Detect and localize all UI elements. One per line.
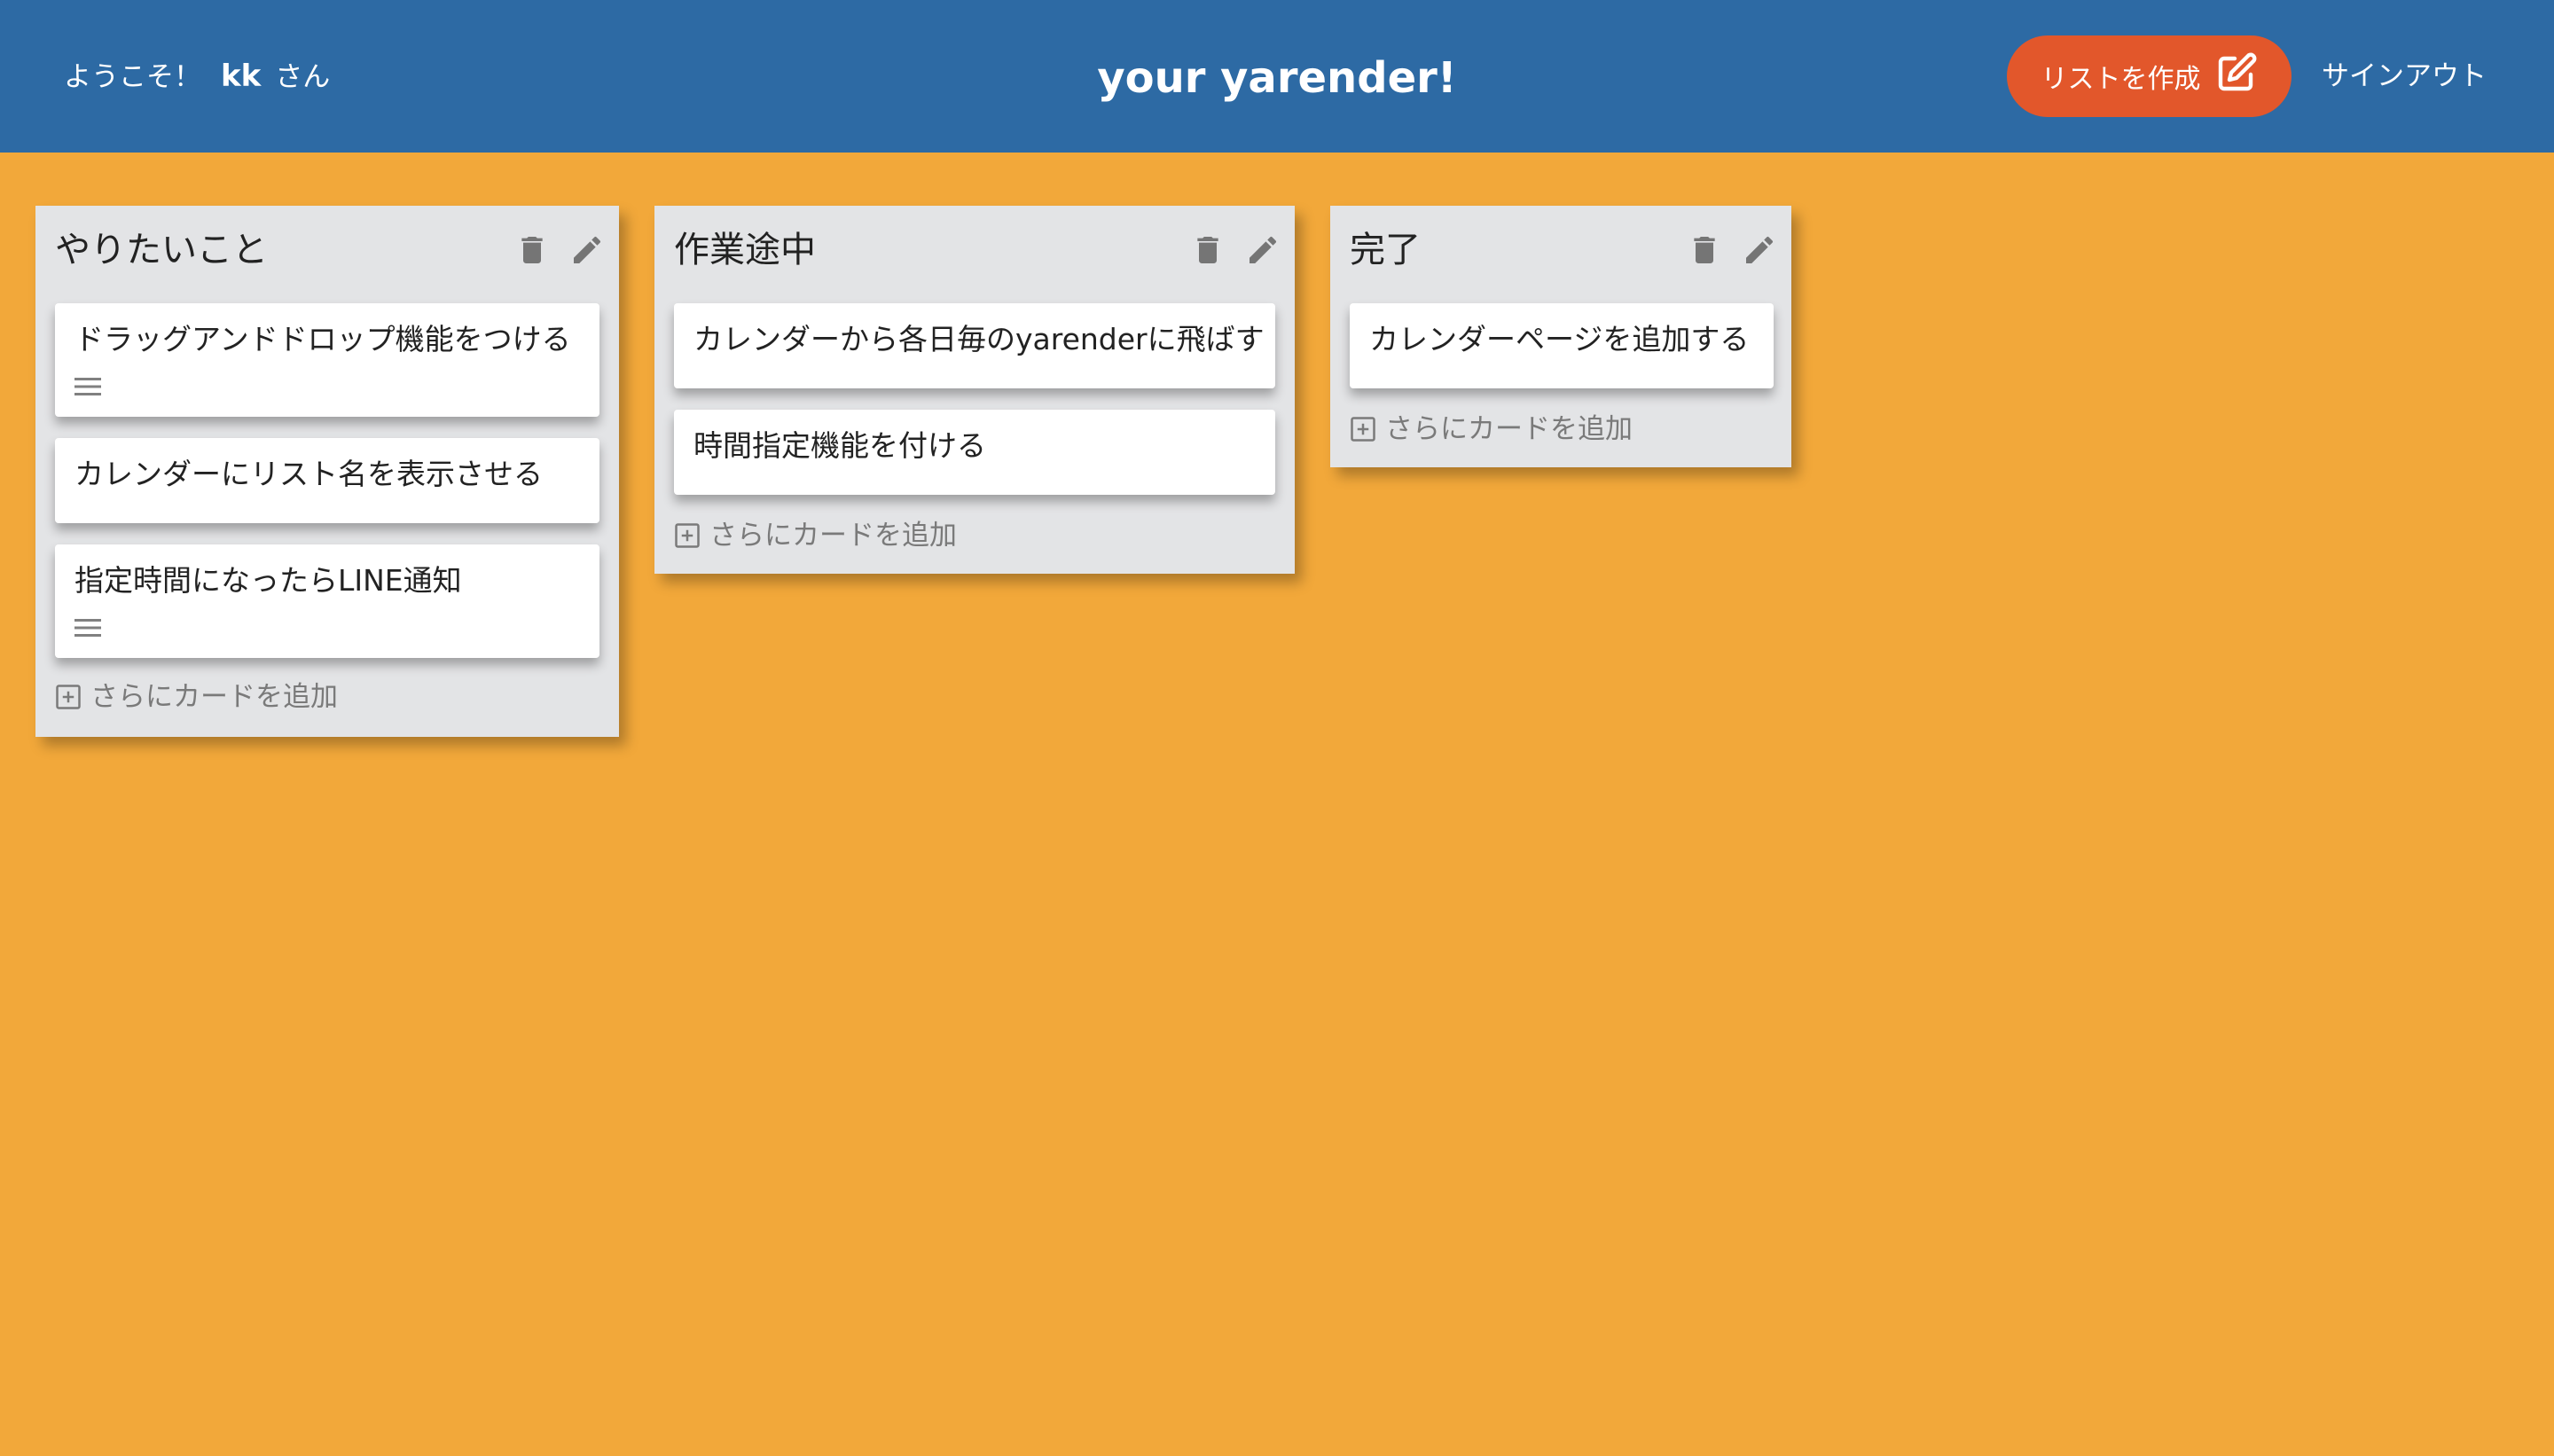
trash-icon[interactable] xyxy=(1190,232,1226,268)
card-text: カレンダーにリスト名を表示させる xyxy=(74,457,543,491)
signout-link[interactable]: サインアウト xyxy=(2322,57,2487,96)
list-sagyou-tochuu: 作業途中 カレンダーから各日毎のyarenderに飛ばす 時間指定機能を付ける … xyxy=(654,206,1295,574)
card[interactable]: ドラッグアンドドロップ機能をつける xyxy=(55,303,599,417)
plus-square-icon xyxy=(1350,416,1376,442)
list-yaritaikoto: やりたいこと ドラッグアンドドロップ機能をつける カレンダーにリスト名を表示させ… xyxy=(35,206,619,737)
card-text: 指定時間になったらLINE通知 xyxy=(74,563,462,598)
menu-lines-icon xyxy=(74,376,101,397)
add-card-button[interactable]: さらにカードを追加 xyxy=(1350,410,1633,449)
list-title: 作業途中 xyxy=(674,230,816,270)
welcome-message: ようこそ！ kk さん xyxy=(64,57,330,97)
pencil-icon[interactable] xyxy=(1742,232,1777,268)
list-tools xyxy=(1687,232,1777,268)
welcome-prefix: ようこそ！ xyxy=(64,61,201,93)
card-text: ドラッグアンドドロップ機能をつける xyxy=(74,322,571,356)
add-card-label: さらにカードを追加 xyxy=(709,520,957,552)
card[interactable]: カレンダーページを追加する xyxy=(1350,303,1774,388)
pencil-icon[interactable] xyxy=(1245,232,1281,268)
edit-icon xyxy=(2215,51,2258,101)
card[interactable]: 時間指定機能を付ける xyxy=(674,410,1275,495)
welcome-suffix: さん xyxy=(275,61,331,93)
add-card-label: さらにカードを追加 xyxy=(1385,413,1633,445)
card[interactable]: カレンダーにリスト名を表示させる xyxy=(55,438,599,523)
list-title: 完了 xyxy=(1350,230,1421,270)
create-list-label: リストを作成 xyxy=(2041,64,2201,95)
trash-icon[interactable] xyxy=(1687,232,1722,268)
list-kanryou: 完了 カレンダーページを追加する さらにカードを追加 xyxy=(1330,206,1791,467)
list-title: やりたいこと xyxy=(55,230,268,270)
card[interactable]: カレンダーから各日毎のyarenderに飛ばす xyxy=(674,303,1275,388)
card-text: 時間指定機能を付ける xyxy=(693,428,986,463)
add-card-button[interactable]: さらにカードを追加 xyxy=(55,677,338,716)
pencil-icon[interactable] xyxy=(569,232,605,268)
top-header: ようこそ！ kk さん your yarender! リストを作成 サインアウト xyxy=(0,0,2554,153)
card-text: カレンダーから各日毎のyarenderに飛ばす xyxy=(693,322,1265,356)
add-card-button[interactable]: さらにカードを追加 xyxy=(674,516,957,555)
add-card-label: さらにカードを追加 xyxy=(90,681,338,713)
list-tools xyxy=(514,232,605,268)
plus-square-icon xyxy=(674,522,701,549)
create-list-button[interactable]: リストを作成 xyxy=(2007,35,2292,117)
plus-square-icon xyxy=(55,684,82,710)
trash-icon[interactable] xyxy=(514,232,550,268)
list-tools xyxy=(1190,232,1281,268)
username: kk xyxy=(221,59,262,94)
card-text: カレンダーページを追加する xyxy=(1369,322,1750,356)
card[interactable]: 指定時間になったらLINE通知 xyxy=(55,544,599,658)
menu-lines-icon xyxy=(74,617,101,638)
